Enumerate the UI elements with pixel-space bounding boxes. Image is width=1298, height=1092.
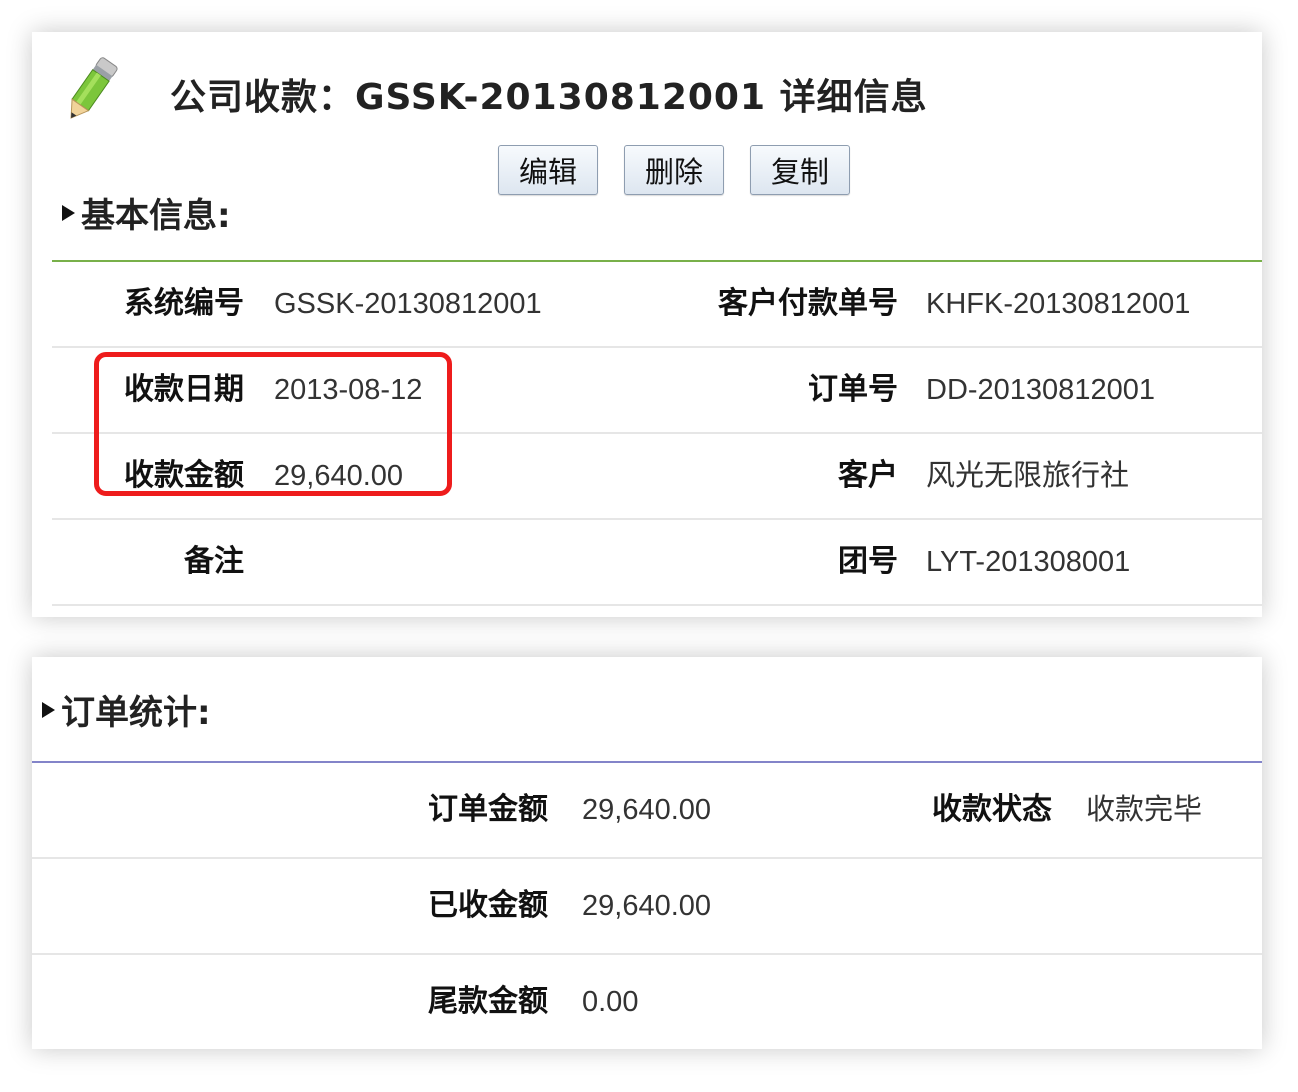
order-stats-section-title: 订单统计: [61, 693, 211, 733]
balance-amount-label: 尾款金额 [428, 984, 548, 1019]
basic-info-panel: 公司收款：GSSK-20130812001 详细信息 编辑 删除 复制 基本信息… [32, 32, 1262, 617]
pencil-icon [70, 57, 118, 119]
receipt-date-value: 2013-08-12 [274, 374, 423, 406]
stats-row: 尾款金额 0.00 [32, 955, 1262, 1049]
system-no-label: 系统编号 [124, 286, 244, 321]
edit-button[interactable]: 编辑 [498, 145, 598, 195]
page-title: 公司收款：GSSK-20130812001 详细信息 [170, 77, 928, 118]
basic-info-section-header[interactable]: 基本信息: [62, 188, 231, 237]
group-no-value: LYT-201308001 [926, 546, 1131, 578]
receipt-amount-label: 收款金额 [124, 458, 244, 493]
detail-row: 备注 团号 LYT-201308001 [52, 520, 1262, 606]
order-amount-value: 29,640.00 [582, 794, 712, 826]
group-no-label: 团号 [838, 544, 898, 579]
basic-info-section-title: 基本信息: [81, 196, 231, 236]
order-stats-section-header[interactable]: 订单统计: [42, 685, 211, 734]
remark-label: 备注 [184, 544, 244, 579]
receipt-status-value: 收款完毕 [1086, 794, 1203, 826]
stats-row: 已收金额 29,640.00 [32, 859, 1262, 955]
customer-payment-no-value: KHFK-20130812001 [926, 288, 1191, 320]
order-amount-label: 订单金额 [428, 792, 548, 827]
detail-row: 系统编号 GSSK-20130812001 客户付款单号 KHFK-201308… [52, 262, 1262, 348]
detail-row: 收款金额 29,640.00 客户 风光无限旅行社 [52, 434, 1262, 520]
receipt-amount-value: 29,640.00 [274, 460, 404, 492]
action-toolbar: 编辑 删除 复制 [498, 145, 850, 195]
delete-button[interactable]: 删除 [624, 145, 724, 195]
stats-row: 订单金额 29,640.00 收款状态 收款完毕 [32, 763, 1262, 859]
order-no-value: DD-20130812001 [926, 374, 1155, 406]
order-stats-panel: 订单统计: 订单金额 29,640.00 收款状态 收款完毕 已收金额 29,6… [32, 657, 1262, 1049]
received-amount-value: 29,640.00 [582, 890, 712, 922]
receipt-status-label: 收款状态 [932, 792, 1052, 827]
receipt-date-label: 收款日期 [124, 372, 244, 407]
received-amount-label: 已收金额 [428, 888, 548, 923]
balance-amount-value: 0.00 [582, 986, 639, 1018]
copy-button[interactable]: 复制 [750, 145, 850, 195]
expand-triangle-icon[interactable] [62, 204, 75, 221]
order-no-label: 订单号 [808, 372, 898, 407]
detail-row: 收款日期 2013-08-12 订单号 DD-20130812001 [52, 348, 1262, 434]
customer-value: 风光无限旅行社 [926, 460, 1130, 492]
system-no-value: GSSK-20130812001 [274, 288, 542, 320]
expand-triangle-icon[interactable] [42, 701, 55, 718]
customer-label: 客户 [838, 458, 898, 493]
customer-payment-no-label: 客户付款单号 [718, 286, 898, 321]
